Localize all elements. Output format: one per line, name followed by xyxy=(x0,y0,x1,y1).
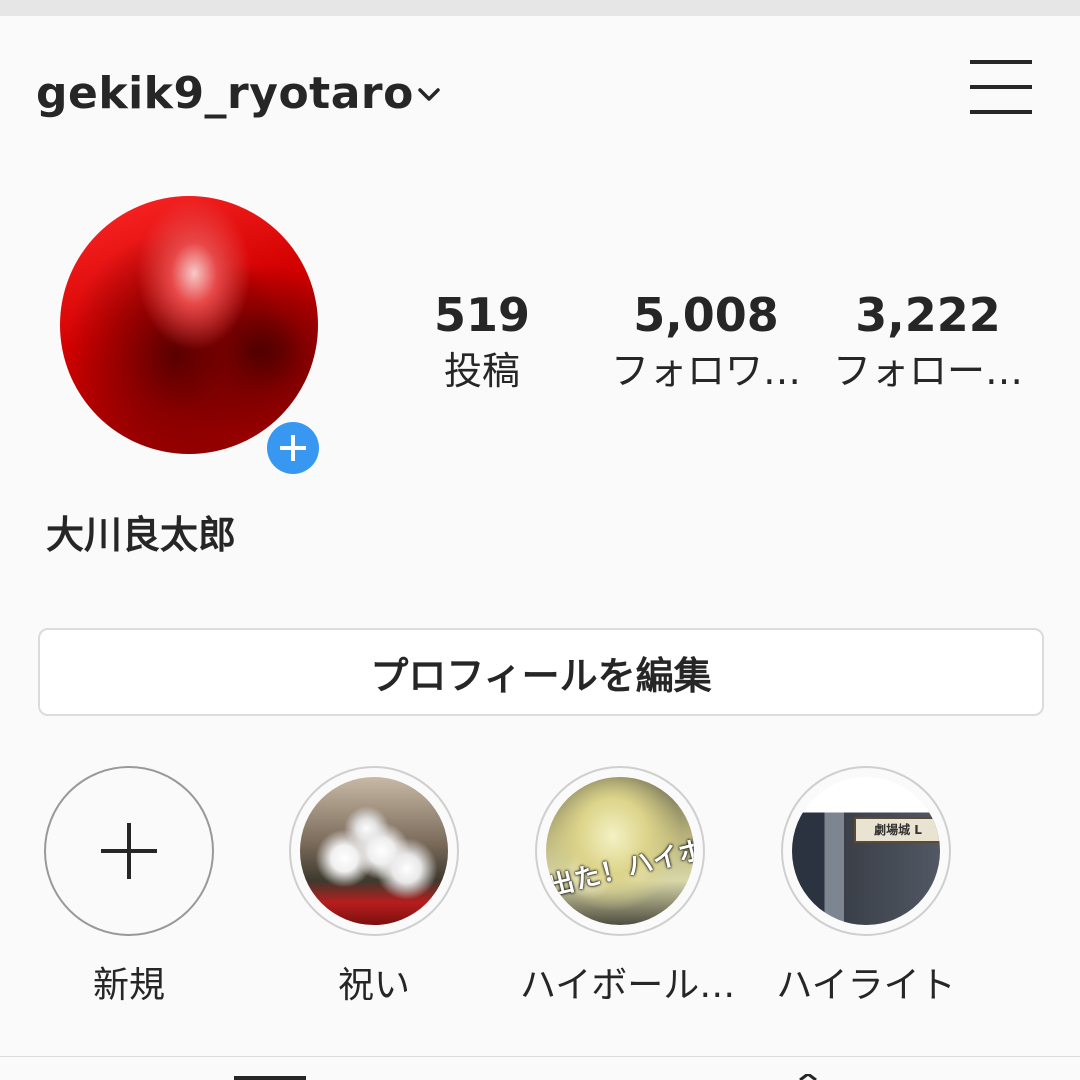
highlight-label: 祝い xyxy=(337,965,410,1006)
hamburger-menu-icon[interactable] xyxy=(968,58,1034,116)
theater-sign: 劇場城 L xyxy=(854,817,940,843)
highlight-label: 新規 xyxy=(92,965,165,1006)
followers-count: 5,008 xyxy=(633,288,779,342)
profile-screen: gekik9_ryotaro 519 投稿 5,008 フォロワ… 3,222 … xyxy=(0,16,1080,1080)
posts-count: 519 xyxy=(433,288,531,342)
add-story-plus-icon[interactable] xyxy=(260,415,326,481)
highlight-label: ハイボール… xyxy=(520,965,736,1006)
theater-building-image: 劇場城 L xyxy=(792,777,940,925)
profile-avatar-wrapper[interactable] xyxy=(60,196,324,479)
orchid-flowers-image xyxy=(300,777,448,925)
highlight-new-circle[interactable] xyxy=(44,766,214,936)
following-label: フォロー… xyxy=(832,349,1023,393)
tagged-tab-icon[interactable] xyxy=(798,1074,818,1080)
posts-label: 投稿 xyxy=(443,349,520,393)
highball-drink-image: 出た！ハイボール xyxy=(546,777,694,925)
tab-divider xyxy=(0,1056,1080,1057)
highlight-highball[interactable]: 出た！ハイボール ハイボール… xyxy=(520,766,736,1008)
stat-posts[interactable]: 519 投稿 xyxy=(372,286,592,398)
stat-followers[interactable]: 5,008 フォロワ… xyxy=(596,286,816,398)
following-count: 3,222 xyxy=(855,288,1001,342)
followers-label: フォロワ… xyxy=(610,349,801,393)
highlight-highlights[interactable]: 劇場城 L ハイライト xyxy=(766,766,966,1008)
highlight-label: ハイライト xyxy=(776,965,956,1006)
stat-following[interactable]: 3,222 フォロー… xyxy=(818,286,1038,398)
highlight-highball-circle[interactable]: 出た！ハイボール xyxy=(535,766,705,936)
highball-overlay-text: 出た！ハイボール xyxy=(546,821,694,903)
highlight-highlights-circle[interactable]: 劇場城 L xyxy=(781,766,951,936)
chevron-down-icon[interactable] xyxy=(414,82,444,108)
highlight-celebration-circle[interactable] xyxy=(289,766,459,936)
highlight-new[interactable]: 新規 xyxy=(29,766,229,1008)
grid-tab-icon[interactable] xyxy=(234,1076,306,1080)
display-name: 大川良太郎 xyxy=(46,513,237,557)
plus-icon xyxy=(101,823,157,879)
highlight-celebration[interactable]: 祝い xyxy=(274,766,474,1008)
edit-profile-button[interactable]: プロフィールを編集 xyxy=(38,628,1044,716)
username-title[interactable]: gekik9_ryotaro xyxy=(36,68,414,119)
